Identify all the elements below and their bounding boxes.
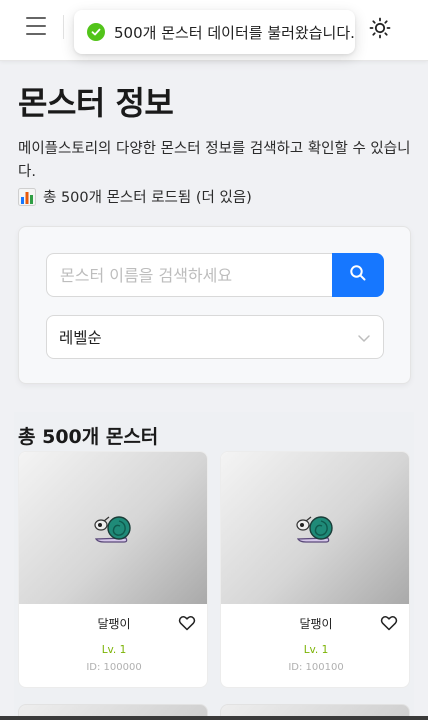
results-title: 총 500개 몬스터	[18, 426, 159, 448]
search-bar	[46, 253, 384, 297]
sort-selected-value: 레벨순	[59, 329, 102, 347]
check-circle-icon	[87, 23, 105, 41]
load-status-text: 총 500개 몬스터 로드됨 (더 있음)	[43, 190, 252, 206]
sort-select[interactable]: 레벨순	[46, 315, 384, 359]
search-panel: 레벨순	[18, 226, 411, 384]
hamburger-menu-icon[interactable]	[24, 14, 48, 38]
chevron-down-icon	[357, 331, 371, 345]
monster-id: ID: 100000	[86, 662, 142, 673]
snail-sprite	[94, 516, 131, 543]
load-status: 총 500개 몬스터 로드됨 (더 있음)	[18, 186, 252, 207]
search-input[interactable]	[46, 253, 334, 297]
sun-icon[interactable]	[368, 16, 392, 40]
toast-message: 500개 몬스터 데이터를 불러왔습니다.	[114, 23, 355, 42]
search-button[interactable]	[332, 253, 384, 297]
monster-card[interactable]: 달팽이 Lv. 1 ID: 100000	[18, 451, 208, 688]
bottom-edge	[0, 716, 428, 720]
bar-chart-icon	[18, 187, 36, 206]
page-title: 몬스터 정보	[18, 84, 174, 122]
monster-image	[221, 452, 409, 604]
page-description: 메이플스토리의 다양한 몬스터 정보를 검색하고 확인할 수 있습니다.	[18, 141, 411, 180]
success-toast: 500개 몬스터 데이터를 불러왔습니다.	[74, 10, 355, 54]
monster-id: ID: 100100	[288, 662, 344, 673]
search-icon	[349, 264, 367, 286]
monster-card[interactable]: 달팽이 Lv. 1 ID: 100100	[220, 451, 410, 688]
monster-image	[19, 452, 207, 604]
heart-icon[interactable]	[178, 614, 196, 632]
snail-sprite	[296, 516, 333, 543]
heart-icon[interactable]	[380, 614, 398, 632]
monster-level: Lv. 1	[303, 644, 329, 656]
header-divider	[63, 15, 64, 39]
monster-level: Lv. 1	[101, 644, 127, 656]
